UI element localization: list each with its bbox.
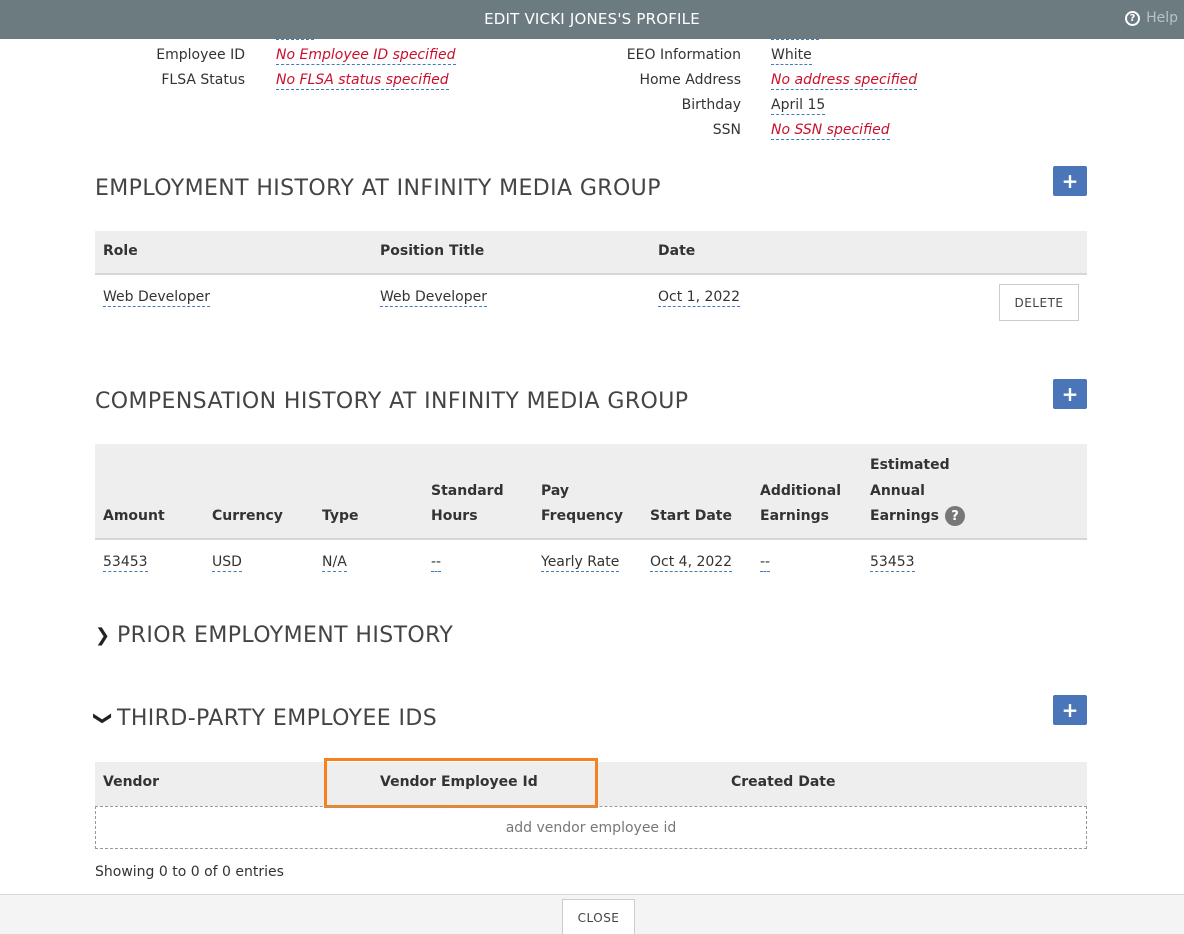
column-currency[interactable]: Currency bbox=[212, 508, 283, 524]
column-pay-frequency-line2[interactable]: Frequency bbox=[541, 508, 623, 524]
home-address-label: Home Address bbox=[639, 72, 741, 88]
truncated-field-underline bbox=[771, 39, 819, 40]
modal-titlebar: EDIT VICKI JONES'S PROFILE ? Help bbox=[0, 0, 1184, 39]
birthday-label: Birthday bbox=[681, 97, 741, 113]
column-estimated-line1[interactable]: Estimated bbox=[870, 457, 950, 473]
comp-amount-value[interactable]: 53453 bbox=[103, 554, 148, 572]
column-standard-hours-line2[interactable]: Hours bbox=[431, 508, 478, 524]
comp-estimated-earnings-value[interactable]: 53453 bbox=[870, 554, 915, 572]
column-vendor-employee-id[interactable]: Vendor Employee Id bbox=[380, 774, 538, 790]
eeo-information-label: EEO Information bbox=[626, 47, 741, 63]
chevron-down-icon: ❯ bbox=[92, 710, 114, 727]
employee-id-label: Employee ID bbox=[156, 47, 245, 63]
column-additional-earnings-line2[interactable]: Earnings bbox=[760, 508, 829, 524]
column-position-title[interactable]: Position Title bbox=[380, 243, 484, 259]
third-party-ids-title: THIRD-PARTY EMPLOYEE IDS bbox=[117, 706, 438, 731]
birthday-value[interactable]: April 15 bbox=[771, 97, 826, 115]
add-third-party-id-button[interactable]: + bbox=[1053, 695, 1087, 725]
chevron-right-icon: ❯ bbox=[95, 625, 111, 646]
flsa-status-value[interactable]: No FLSA status specified bbox=[276, 72, 449, 90]
comp-pay-frequency-value[interactable]: Yearly Rate bbox=[541, 554, 620, 572]
column-date[interactable]: Date bbox=[658, 243, 695, 259]
modal-content: Employee ID No Employee ID specified FLS… bbox=[0, 39, 1184, 894]
employee-id-value[interactable]: No Employee ID specified bbox=[276, 47, 456, 65]
table-entries-info: Showing 0 to 0 of 0 entries bbox=[95, 864, 284, 880]
add-compensation-button[interactable]: + bbox=[1053, 379, 1087, 409]
comp-currency-value[interactable]: USD bbox=[212, 554, 242, 572]
comp-start-date-value[interactable]: Oct 4, 2022 bbox=[650, 554, 733, 572]
add-vendor-employee-id-row[interactable]: add vendor employee id bbox=[95, 806, 1087, 849]
question-icon[interactable]: ? bbox=[945, 506, 966, 526]
column-additional-earnings-line1[interactable]: Additional bbox=[760, 483, 841, 499]
third-party-table-header: Vendor Vendor Employee Id Created Date bbox=[95, 762, 1087, 806]
employment-date-value[interactable]: Oct 1, 2022 bbox=[658, 289, 741, 307]
ssn-value[interactable]: No SSN specified bbox=[771, 122, 890, 140]
modal-title: EDIT VICKI JONES'S PROFILE bbox=[484, 10, 700, 28]
comp-type-value[interactable]: N/A bbox=[322, 554, 347, 572]
column-type[interactable]: Type bbox=[322, 508, 359, 524]
prior-employment-toggle[interactable]: ❯ PRIOR EMPLOYMENT HISTORY bbox=[95, 623, 453, 648]
comp-additional-earnings-value[interactable]: -- bbox=[760, 554, 771, 572]
column-amount[interactable]: Amount bbox=[103, 508, 165, 524]
close-button[interactable]: CLOSE bbox=[562, 899, 635, 934]
employment-position-title-value[interactable]: Web Developer bbox=[380, 289, 487, 307]
home-address-value[interactable]: No address specified bbox=[771, 72, 918, 90]
employment-history-title: EMPLOYMENT HISTORY AT INFINITY MEDIA GRO… bbox=[95, 176, 661, 201]
flsa-status-label: FLSA Status bbox=[161, 72, 245, 88]
modal-footer: CLOSE bbox=[0, 894, 1184, 934]
column-standard-hours-line1[interactable]: Standard bbox=[431, 483, 504, 499]
help-link[interactable]: ? Help bbox=[1125, 10, 1178, 26]
prior-employment-title: PRIOR EMPLOYMENT HISTORY bbox=[117, 623, 454, 648]
column-vendor[interactable]: Vendor bbox=[103, 774, 159, 790]
employment-table-header: Role Position Title Date bbox=[95, 231, 1087, 275]
delete-employment-button[interactable]: DELETE bbox=[999, 284, 1079, 321]
ssn-label: SSN bbox=[712, 122, 741, 138]
comp-standard-hours-value[interactable]: -- bbox=[431, 554, 442, 572]
truncated-field-underline bbox=[276, 39, 314, 40]
eeo-information-value[interactable]: White bbox=[771, 47, 812, 65]
column-estimated-line2[interactable]: Annual bbox=[870, 483, 925, 499]
column-estimated-line3-label: Earnings bbox=[870, 508, 940, 524]
column-start-date[interactable]: Start Date bbox=[650, 508, 732, 524]
third-party-ids-toggle[interactable]: ❯ THIRD-PARTY EMPLOYEE IDS bbox=[92, 706, 438, 731]
help-icon: ? bbox=[1125, 10, 1141, 26]
column-role[interactable]: Role bbox=[103, 243, 138, 259]
column-pay-frequency-line1[interactable]: Pay bbox=[541, 483, 569, 499]
add-employment-button[interactable]: + bbox=[1053, 166, 1087, 196]
compensation-history-title: COMPENSATION HISTORY AT INFINITY MEDIA G… bbox=[95, 389, 689, 414]
column-created-date[interactable]: Created Date bbox=[731, 774, 835, 790]
column-estimated-line3[interactable]: Earnings? bbox=[870, 506, 966, 526]
compensation-table-header: Amount Currency Type Standard Hours Pay … bbox=[95, 444, 1087, 540]
help-label: Help bbox=[1146, 10, 1178, 26]
employment-role-value[interactable]: Web Developer bbox=[103, 289, 210, 307]
